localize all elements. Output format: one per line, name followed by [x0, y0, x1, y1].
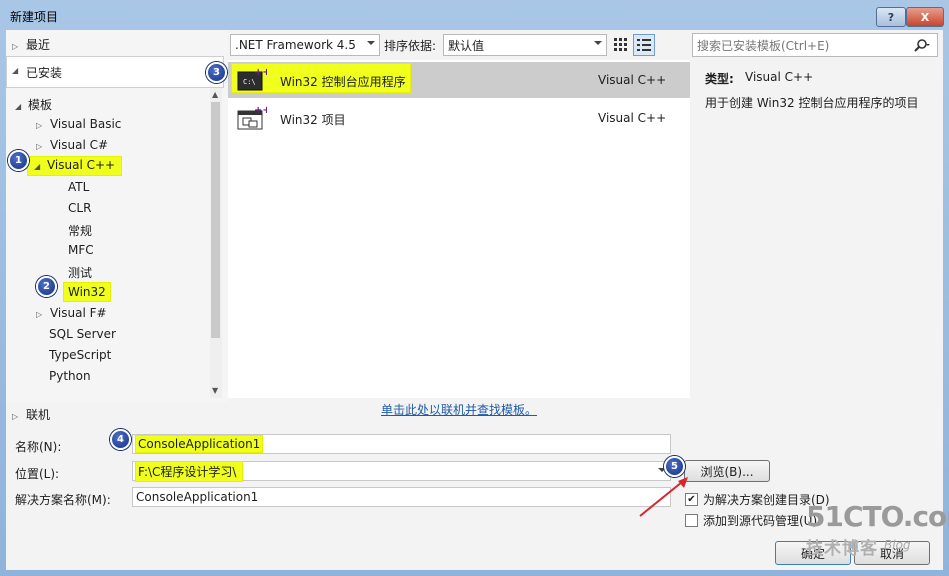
tree-item-cs[interactable]: ▷ Visual C# [36, 138, 108, 152]
step-badge-4: 4 [110, 429, 131, 450]
tree-item-installed[interactable]: ◢ 已安装 [6, 56, 224, 88]
expand-icon[interactable]: ▷ [36, 121, 42, 130]
annotation-arrow-icon [639, 477, 688, 517]
solution-value: ConsoleApplication1 [136, 490, 259, 504]
location-input[interactable]: F:\C程序设计学习\ [132, 461, 671, 481]
tree-item-fs[interactable]: ▷ Visual F# [36, 306, 107, 320]
chevron-down-icon [594, 41, 602, 45]
watermark-logo: 51CTO.com [806, 500, 949, 533]
add-source-control-checkbox[interactable]: 添加到源代码管理(U) [685, 512, 817, 529]
step-badge-2: 2 [36, 276, 57, 297]
collapse-icon[interactable]: ◢ [15, 102, 21, 111]
tree-item-python[interactable]: Python [49, 369, 91, 383]
help-button[interactable]: ? [876, 7, 906, 27]
framework-value: .NET Framework 4.5 [235, 38, 356, 52]
add-source-control-label: 添加到源代码管理(U) [703, 514, 818, 528]
window-title: 新建项目 [10, 10, 59, 24]
dialog-window: 新建项目 ? X ▷ 最近 ◢ 已安装 ◢ 模板 ▷ Visual Basic [0, 0, 949, 576]
name-input[interactable]: ConsoleApplication1 [132, 434, 671, 454]
step-badge-1: 1 [8, 150, 29, 171]
name-label: 名称(N): [15, 440, 62, 454]
expand-icon[interactable]: ▷ [36, 310, 42, 319]
small-icons-view-button[interactable] [611, 35, 629, 53]
template-name: Win32 项目 [280, 113, 346, 127]
tree-item-mfc[interactable]: MFC [68, 243, 94, 257]
expand-icon[interactable]: ▷ [36, 142, 42, 151]
template-language: Visual C++ [598, 73, 667, 87]
tree-item-win32[interactable]: Win32 [64, 283, 110, 301]
tree-item-atl[interactable]: ATL [68, 180, 89, 194]
sort-value: 默认值 [448, 38, 485, 53]
tree-item-general[interactable]: 常规 [68, 222, 92, 239]
name-value: ConsoleApplication1 [136, 436, 263, 452]
list-view-icon [637, 39, 651, 51]
svg-text:++: ++ [254, 105, 267, 116]
watermark-subtitle: 技术博客 [806, 539, 878, 559]
expand-icon[interactable]: ▷ [12, 412, 18, 421]
search-placeholder: 搜索已安装模板(Ctrl+E) [697, 38, 830, 53]
collapse-icon[interactable]: ◢ [34, 162, 40, 171]
dialog-client: ▷ 最近 ◢ 已安装 ◢ 模板 ▷ Visual Basic ▷ Visual … [6, 30, 949, 570]
template-description: 用于创建 Win32 控制台应用程序的项目 [705, 96, 919, 110]
step-badge-5: 5 [664, 456, 685, 477]
scroll-down-icon[interactable]: ▼ [212, 386, 218, 395]
template-item-win32-console[interactable]: C:\ ++ Win32 控制台应用程序 Visual C++ [228, 62, 690, 98]
tree-item-test[interactable]: 测试 [68, 264, 92, 281]
watermark-blog: Blog [884, 538, 911, 552]
win32-project-icon: ++ [237, 105, 267, 130]
tree-item-recent[interactable]: ▷ 最近 [12, 36, 50, 53]
tree-item-clr[interactable]: CLR [68, 201, 91, 215]
browse-button[interactable]: 浏览(B)... [684, 460, 770, 482]
type-label: 类型: [705, 72, 734, 86]
sort-label: 排序依据: [384, 39, 437, 53]
solution-label: 解决方案名称(M): [15, 493, 111, 507]
svg-text:++: ++ [254, 67, 267, 78]
template-language: Visual C++ [598, 111, 667, 125]
tree-item-templates[interactable]: ◢ 模板 [15, 96, 52, 113]
help-icon: ? [887, 10, 895, 24]
close-icon: X [920, 10, 930, 24]
template-name: Win32 控制台应用程序 [280, 75, 406, 89]
tree-scroll-thumb[interactable] [211, 102, 220, 338]
tree-item-vb[interactable]: ▷ Visual Basic [36, 117, 121, 131]
location-label: 位置(L): [15, 467, 60, 481]
tree-item-cpp[interactable]: ◢ Visual C++ [28, 157, 122, 175]
close-button[interactable]: X [906, 7, 944, 27]
framework-select[interactable]: .NET Framework 4.5 [230, 34, 380, 56]
tree-item-online[interactable]: ▷ 联机 [12, 406, 50, 423]
solution-input[interactable]: ConsoleApplication1 [132, 487, 671, 507]
online-templates-link[interactable]: 单击此处以联机并查找模板。 [381, 401, 537, 418]
template-item-win32-project[interactable]: ++ Win32 项目 Visual C++ [228, 100, 690, 136]
template-details: 类型: Visual C++ 用于创建 Win32 控制台应用程序的项目 [693, 60, 943, 398]
title-bar: 新建项目 ? X [0, 0, 949, 30]
list-view-button[interactable] [633, 34, 655, 56]
type-value: Visual C++ [745, 70, 814, 84]
sort-select[interactable]: 默认值 [443, 34, 607, 56]
grid-view-icon [614, 38, 627, 51]
search-input[interactable]: 搜索已安装模板(Ctrl+E) [692, 33, 938, 57]
template-list: C:\ ++ Win32 控制台应用程序 Visual C++ ++ Win32… [228, 60, 690, 398]
chevron-down-icon [367, 41, 375, 45]
tree-item-ts[interactable]: TypeScript [49, 348, 111, 362]
collapse-icon[interactable]: ◢ [12, 66, 18, 75]
search-icon[interactable] [913, 38, 931, 52]
browse-label: 浏览(B)... [700, 464, 754, 479]
scroll-up-icon[interactable]: ▲ [212, 90, 218, 99]
location-value: F:\C程序设计学习\ [136, 461, 243, 481]
console-app-icon: C:\ ++ [237, 67, 267, 91]
step-badge-3: 3 [206, 62, 227, 83]
tree-item-sql[interactable]: SQL Server [49, 327, 116, 341]
svg-text:C:\: C:\ [243, 78, 256, 86]
template-tree: ▷ 最近 ◢ 已安装 ◢ 模板 ▷ Visual Basic ▷ Visual … [6, 30, 228, 402]
expand-icon[interactable]: ▷ [12, 42, 18, 51]
